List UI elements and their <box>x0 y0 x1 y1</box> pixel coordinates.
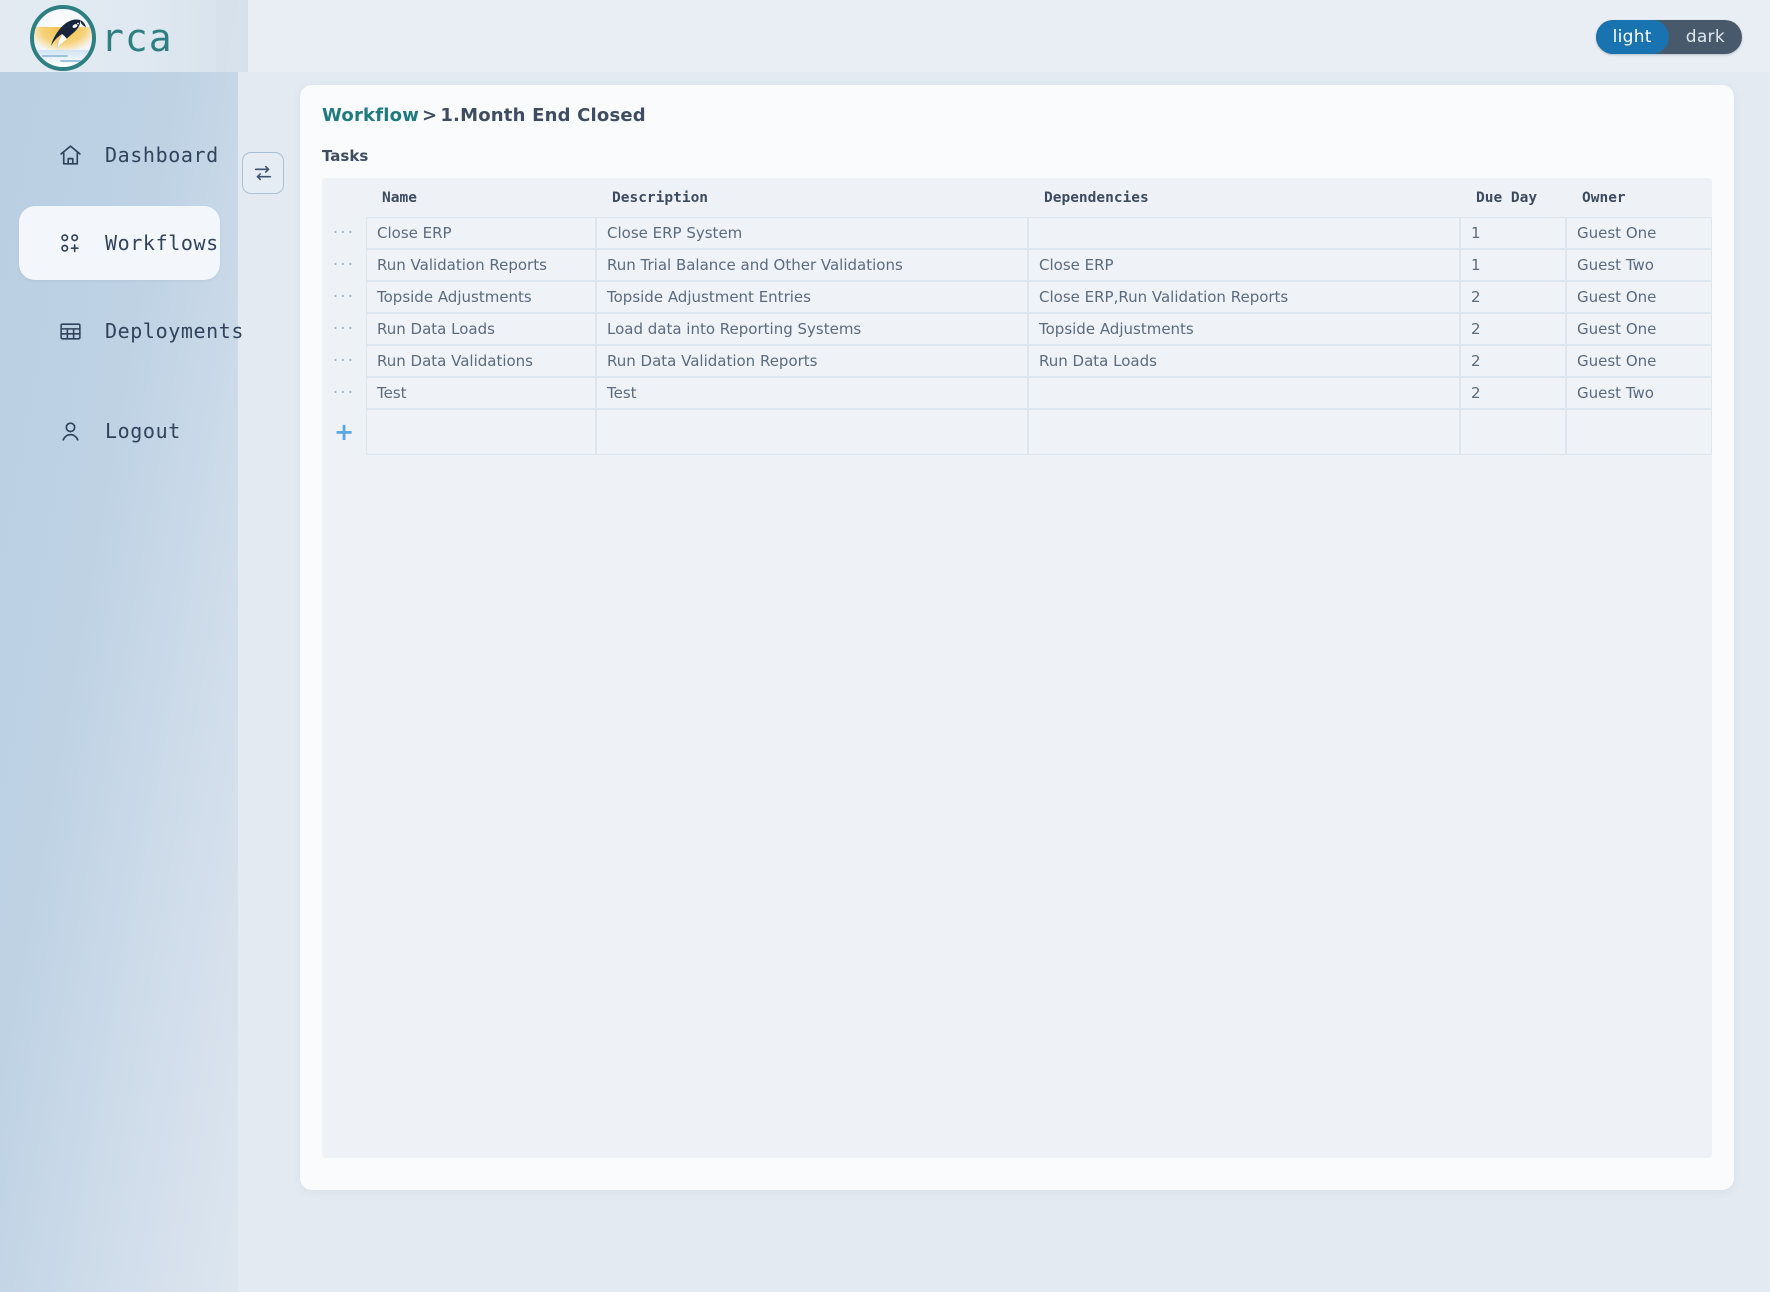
theme-option-light[interactable]: light <box>1595 20 1669 54</box>
cell-name[interactable]: Run Data Loads <box>366 313 596 345</box>
cell-description[interactable]: Run Trial Balance and Other Validations <box>596 249 1028 281</box>
swap-arrows-icon <box>254 165 272 181</box>
cell-due-day[interactable]: 2 <box>1460 281 1566 313</box>
cell-due-day[interactable]: 2 <box>1460 377 1566 409</box>
cell-dependencies[interactable]: Close ERP,Run Validation Reports <box>1028 281 1460 313</box>
cell-due-day[interactable]: 2 <box>1460 345 1566 377</box>
table-header-row: Name Description Dependencies Due Day Ow… <box>322 178 1712 217</box>
topbar: light dark <box>238 0 1770 72</box>
breadcrumb-separator: > <box>422 105 438 126</box>
home-icon <box>57 142 83 168</box>
tasks-table-head: Name Description Dependencies Due Day Ow… <box>322 178 1712 217</box>
cell-dependencies[interactable] <box>1028 377 1460 409</box>
tasks-table: Name Description Dependencies Due Day Ow… <box>322 178 1712 455</box>
cell-dependencies[interactable]: Topside Adjustments <box>1028 313 1460 345</box>
app-logo[interactable]: rca <box>30 5 173 71</box>
cell-due-day[interactable]: 2 <box>1460 313 1566 345</box>
table-row[interactable]: ··· Run Data Loads Load data into Report… <box>322 313 1712 345</box>
row-menu-icon[interactable]: ··· <box>322 217 366 249</box>
table-row[interactable]: ··· Test Test 2 Guest Two <box>322 377 1712 409</box>
column-header-owner[interactable]: Owner <box>1566 178 1712 217</box>
add-row-icon[interactable]: + <box>322 409 366 455</box>
sidebar-nav: Dashboard Workflows Deployments Logout <box>0 118 243 468</box>
cell-owner[interactable]: Guest One <box>1566 217 1712 249</box>
column-header-description[interactable]: Description <box>596 178 1028 217</box>
table-row[interactable]: ··· Close ERP Close ERP System 1 Guest O… <box>322 217 1712 249</box>
sidebar-item-label: Logout <box>105 419 181 443</box>
table-row[interactable]: ··· Run Validation Reports Run Trial Bal… <box>322 249 1712 281</box>
cell-owner[interactable]: Guest One <box>1566 313 1712 345</box>
table-row[interactable]: ··· Topside Adjustments Topside Adjustme… <box>322 281 1712 313</box>
cell-name[interactable]: Topside Adjustments <box>366 281 596 313</box>
cell-owner-empty[interactable] <box>1566 409 1712 455</box>
cell-name[interactable]: Close ERP <box>366 217 596 249</box>
app-logo-text: rca <box>101 16 173 60</box>
user-icon <box>57 418 83 444</box>
row-menu-icon[interactable]: ··· <box>322 313 366 345</box>
sidebar-item-label: Workflows <box>105 231 219 255</box>
cell-description-empty[interactable] <box>596 409 1028 455</box>
cell-dependencies[interactable]: Close ERP <box>1028 249 1460 281</box>
row-menu-icon[interactable]: ··· <box>322 281 366 313</box>
orca-logo-icon <box>30 5 96 71</box>
sidebar-item-label: Dashboard <box>105 143 219 167</box>
cell-owner[interactable]: Guest One <box>1566 281 1712 313</box>
tasks-section-label: Tasks <box>322 147 369 165</box>
cell-name[interactable]: Test <box>366 377 596 409</box>
theme-option-dark[interactable]: dark <box>1669 20 1742 54</box>
breadcrumb-current: 1.Month End Closed <box>440 105 646 126</box>
breadcrumb: Workflow >1.Month End Closed <box>322 105 646 126</box>
cell-description[interactable]: Run Data Validation Reports <box>596 345 1028 377</box>
cell-dependencies[interactable]: Run Data Loads <box>1028 345 1460 377</box>
workflows-icon <box>57 230 83 256</box>
tasks-table-body: ··· Close ERP Close ERP System 1 Guest O… <box>322 217 1712 455</box>
sidebar: rca Dashboard Workflows Deployments Logo… <box>0 0 284 1292</box>
cell-owner[interactable]: Guest One <box>1566 345 1712 377</box>
table-icon <box>57 318 83 344</box>
cell-description[interactable]: Close ERP System <box>596 217 1028 249</box>
row-menu-icon[interactable]: ··· <box>322 249 366 281</box>
cell-dependencies[interactable] <box>1028 217 1460 249</box>
tasks-table-container: Name Description Dependencies Due Day Ow… <box>322 178 1712 1158</box>
breadcrumb-root[interactable]: Workflow <box>322 105 419 126</box>
column-header-dependencies[interactable]: Dependencies <box>1028 178 1460 217</box>
cell-name-empty[interactable] <box>366 409 596 455</box>
column-header-due-day[interactable]: Due Day <box>1460 178 1566 217</box>
main-content-card: Workflow >1.Month End Closed Tasks Name D… <box>300 85 1734 1190</box>
cell-description[interactable]: Topside Adjustment Entries <box>596 281 1028 313</box>
cell-due-day[interactable]: 1 <box>1460 217 1566 249</box>
cell-description[interactable]: Test <box>596 377 1028 409</box>
cell-due-day[interactable]: 1 <box>1460 249 1566 281</box>
cell-name[interactable]: Run Validation Reports <box>366 249 596 281</box>
column-header-name[interactable]: Name <box>366 178 596 217</box>
sidebar-item-logout[interactable]: Logout <box>19 394 220 468</box>
row-menu-icon[interactable]: ··· <box>322 377 366 409</box>
theme-toggle[interactable]: light dark <box>1595 20 1742 54</box>
cell-name[interactable]: Run Data Validations <box>366 345 596 377</box>
row-menu-icon[interactable]: ··· <box>322 345 366 377</box>
sidebar-item-deployments[interactable]: Deployments <box>19 294 243 368</box>
cell-description[interactable]: Load data into Reporting Systems <box>596 313 1028 345</box>
header-handle-spacer <box>322 178 366 217</box>
add-task-row[interactable]: + <box>322 409 1712 455</box>
sidebar-item-label: Deployments <box>105 319 245 343</box>
table-row[interactable]: ··· Run Data Validations Run Data Valida… <box>322 345 1712 377</box>
sidebar-item-dashboard[interactable]: Dashboard <box>19 118 220 192</box>
cell-owner[interactable]: Guest Two <box>1566 377 1712 409</box>
cell-owner[interactable]: Guest Two <box>1566 249 1712 281</box>
cell-due-day-empty[interactable] <box>1460 409 1566 455</box>
cell-dependencies-empty[interactable] <box>1028 409 1460 455</box>
sidebar-item-workflows[interactable]: Workflows <box>19 206 220 280</box>
sidebar-collapse-button[interactable] <box>242 152 284 194</box>
